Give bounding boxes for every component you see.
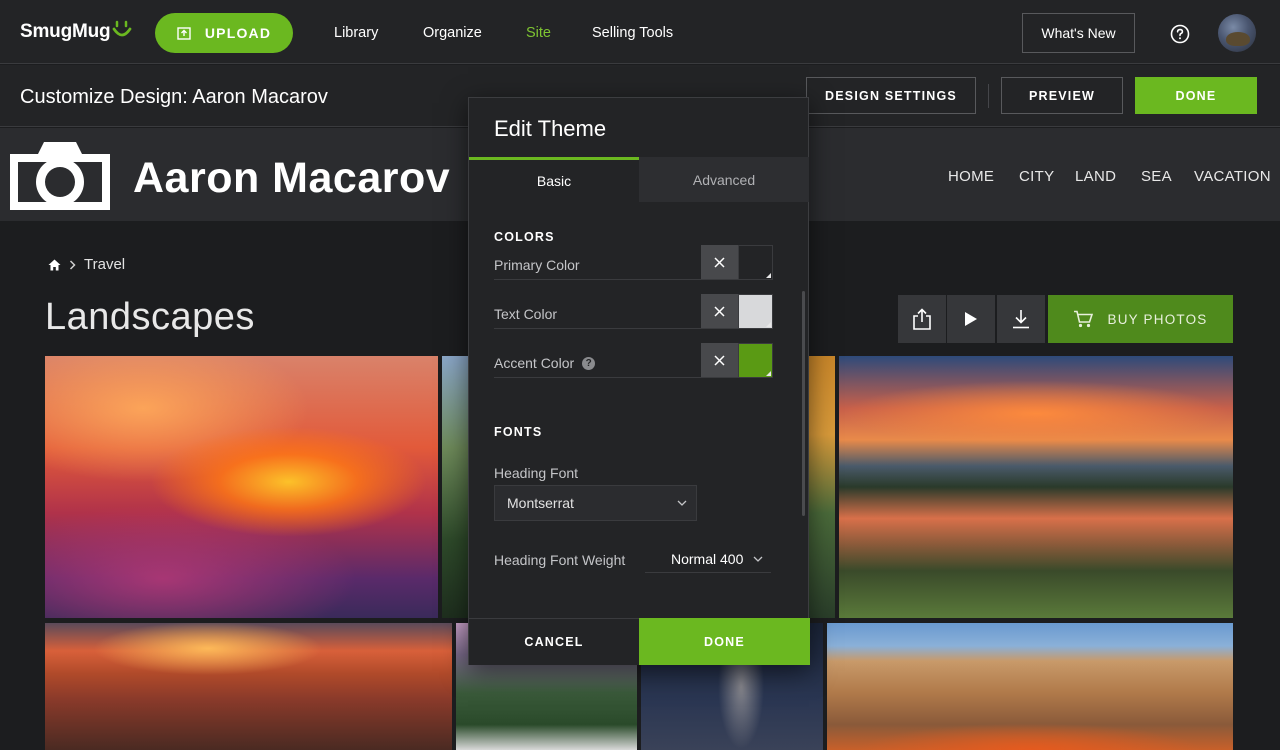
home-icon[interactable] xyxy=(48,259,61,271)
photo-thumbnail[interactable] xyxy=(839,356,1233,618)
close-icon xyxy=(714,257,725,268)
camera-logo-icon[interactable] xyxy=(8,138,112,212)
buy-photos-button[interactable]: BUY PHOTOS xyxy=(1048,295,1233,343)
user-avatar[interactable] xyxy=(1218,14,1256,52)
cancel-button[interactable]: CANCEL xyxy=(469,618,639,665)
accent-color-text: Accent Color xyxy=(494,355,575,371)
upload-button[interactable]: UPLOAD xyxy=(155,13,293,53)
customize-title: Customize Design: Aaron Macarov xyxy=(20,86,328,108)
text-color-label: Text Color xyxy=(494,306,557,322)
primary-color-text: Primary Color xyxy=(494,257,580,273)
edit-theme-title: Edit Theme xyxy=(494,116,607,141)
site-name[interactable]: Aaron Macarov xyxy=(133,154,450,203)
divider xyxy=(988,84,989,108)
close-icon xyxy=(714,306,725,317)
site-nav-vacation[interactable]: VACATION xyxy=(1194,168,1271,185)
heading-font-value: Montserrat xyxy=(507,495,574,511)
photo-thumbnail[interactable] xyxy=(442,356,468,618)
download-icon xyxy=(1013,310,1029,329)
smugmug-smile-icon xyxy=(112,20,132,37)
text-color-text: Text Color xyxy=(494,306,558,322)
slideshow-button[interactable] xyxy=(947,295,995,343)
smugmug-logo[interactable]: SmugMug xyxy=(20,21,111,43)
text-color-swatch[interactable] xyxy=(738,294,773,329)
nav-site[interactable]: Site xyxy=(526,25,551,41)
cart-icon xyxy=(1074,310,1094,328)
preview-button[interactable]: PREVIEW xyxy=(1001,77,1123,114)
help-icon[interactable] xyxy=(1170,24,1190,44)
heading-font-text: Heading Font xyxy=(494,465,579,481)
panel-scrollbar[interactable] xyxy=(802,291,805,516)
heading-weight-text: Heading Font Weight xyxy=(494,552,626,568)
primary-color-swatch[interactable] xyxy=(738,245,773,280)
nav-selling-tools[interactable]: Selling Tools xyxy=(592,25,673,41)
download-button[interactable] xyxy=(997,295,1045,343)
buy-photos-label: BUY PHOTOS xyxy=(1107,311,1208,327)
site-nav-city[interactable]: CITY xyxy=(1019,168,1054,185)
whats-new-button[interactable]: What's New xyxy=(1022,13,1135,53)
heading-weight-label: Heading Font Weight xyxy=(494,552,625,568)
heading-weight-value: Normal 400 xyxy=(671,551,744,567)
close-icon xyxy=(714,355,725,366)
chevron-down-icon xyxy=(753,556,763,562)
primary-color-label: Primary Color xyxy=(494,257,580,273)
top-nav-bar: SmugMug UPLOAD Library Organize Site Sel… xyxy=(0,0,1280,64)
photo-thumbnail[interactable] xyxy=(45,623,452,750)
accent-help-icon[interactable]: ? xyxy=(582,356,596,370)
done-button[interactable]: DONE xyxy=(1135,77,1257,114)
text-color-clear-button[interactable] xyxy=(701,294,738,329)
heading-font-label: Heading Font xyxy=(494,465,578,481)
share-button[interactable] xyxy=(898,295,946,343)
chevron-right-icon xyxy=(69,259,76,270)
tab-basic[interactable]: Basic xyxy=(469,157,639,202)
upload-icon xyxy=(177,27,191,40)
site-nav-sea[interactable]: SEA xyxy=(1141,168,1172,185)
edit-theme-panel: Edit Theme Basic Advanced COLORS Primary… xyxy=(468,97,810,665)
breadcrumb-travel[interactable]: Travel xyxy=(84,256,125,273)
nav-library[interactable]: Library xyxy=(334,25,378,41)
primary-color-clear-button[interactable] xyxy=(701,245,738,280)
nav-organize[interactable]: Organize xyxy=(423,25,482,41)
divider xyxy=(645,572,771,573)
colors-section-label: COLORS xyxy=(494,230,555,244)
play-icon xyxy=(965,312,977,326)
gallery-title: Landscapes xyxy=(45,296,255,338)
heading-font-select[interactable]: Montserrat xyxy=(494,485,697,521)
divider xyxy=(494,279,771,280)
divider xyxy=(494,328,771,329)
tab-advanced[interactable]: Advanced xyxy=(639,157,809,202)
breadcrumb: Travel xyxy=(48,256,125,273)
app-root: SmugMug UPLOAD Library Organize Site Sel… xyxy=(0,0,1280,750)
chevron-down-icon xyxy=(677,500,687,506)
design-settings-button[interactable]: DESIGN SETTINGS xyxy=(806,77,976,114)
accent-color-swatch[interactable] xyxy=(738,343,773,378)
heading-weight-select[interactable]: Normal 400 xyxy=(671,551,763,567)
share-icon xyxy=(913,308,931,330)
site-nav-home[interactable]: HOME xyxy=(948,168,994,185)
upload-label: UPLOAD xyxy=(204,25,272,41)
photo-thumbnail[interactable] xyxy=(808,356,835,618)
fonts-section-label: FONTS xyxy=(494,425,543,439)
photo-thumbnail[interactable] xyxy=(827,623,1233,750)
site-nav-land[interactable]: LAND xyxy=(1075,168,1116,185)
panel-done-button[interactable]: DONE xyxy=(639,618,810,665)
accent-color-clear-button[interactable] xyxy=(701,343,738,378)
photo-thumbnail[interactable] xyxy=(45,356,438,618)
divider xyxy=(494,377,771,378)
accent-color-label: Accent Color ? xyxy=(494,355,596,371)
